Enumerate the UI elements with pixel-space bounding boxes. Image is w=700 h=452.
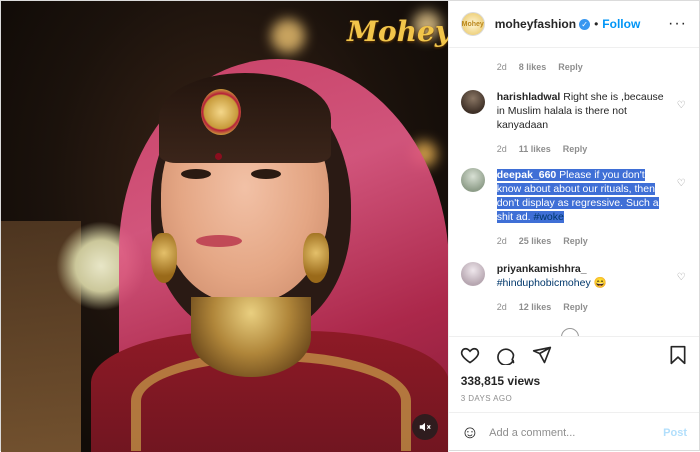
heart-icon-glyph — [460, 347, 479, 363]
post-actions-bar — [448, 336, 699, 372]
bridal-necklace — [191, 297, 311, 377]
post-side-panel: Mohey moheyfashion ✓ • Follow ··· 2d 8 l… — [447, 1, 699, 452]
like-comment-heart-icon[interactable]: ♡ — [677, 272, 689, 284]
avatar[interactable] — [460, 262, 485, 286]
right-eye — [251, 169, 281, 179]
comment-body: harishladwal Right she is ,because in Mu… — [497, 90, 665, 156]
maang-tikka — [201, 89, 241, 135]
brand-logo: Mohey — [347, 15, 448, 48]
reply-button[interactable]: Reply — [563, 300, 588, 314]
comment-body: deepak_660 Please if you don't know abou… — [496, 168, 665, 248]
post-timestamp[interactable]: 3 DAYS AGO — [449, 394, 699, 403]
comment-meta: 2d 25 likes Reply — [497, 234, 665, 248]
previous-comment-meta: 2d 8 likes Reply — [497, 62, 583, 72]
bokeh-light — [271, 19, 305, 53]
speaker-muted-icon-glyph — [419, 422, 431, 432]
avatar[interactable] — [460, 168, 485, 192]
share-icon-glyph — [532, 346, 551, 363]
avatar[interactable]: Mohey — [460, 12, 485, 36]
comment-time: 2d — [496, 302, 507, 312]
comment-username[interactable]: priyankamishhra_ — [497, 263, 587, 275]
smiley-icon[interactable]: ☺ — [461, 422, 479, 443]
comments-list[interactable]: 2d 8 likes Reply harishladwal Right she … — [449, 48, 699, 336]
follow-button[interactable]: Follow — [602, 17, 640, 31]
view-count[interactable]: 338,815 views — [449, 374, 699, 388]
post-header: Mohey moheyfashion ✓ • Follow ··· — [448, 1, 699, 48]
comment-time: 2d — [496, 144, 507, 154]
comment-input[interactable] — [489, 426, 640, 439]
instagram-post: Mohey Mohey moheyfashion ✓ • Follow ··· … — [0, 0, 700, 452]
list-item: deepak_660 Please if you don't know abou… — [460, 168, 689, 248]
separator-dot: • — [594, 17, 599, 31]
earring-left — [151, 233, 177, 283]
like-comment-heart-icon[interactable]: ♡ — [677, 100, 689, 112]
comment-meta: 2d 12 likes Reply — [497, 300, 665, 314]
list-item: priyankamishhra_ #hinduphobicmohey 😄 2d … — [460, 262, 689, 314]
comment-likes[interactable]: 8 likes — [519, 62, 547, 72]
comment-username[interactable]: deepak_660 — [497, 169, 557, 181]
comment-likes[interactable]: 12 likes — [519, 300, 552, 314]
like-comment-heart-icon[interactable]: ♡ — [677, 178, 689, 190]
bindi — [215, 153, 222, 160]
heart-icon[interactable] — [459, 344, 481, 366]
bride-hair — [159, 73, 331, 163]
avatar[interactable] — [460, 90, 485, 114]
reply-button[interactable]: Reply — [563, 234, 588, 248]
emoji: 😄 — [593, 277, 607, 289]
bookmark-icon-glyph — [670, 345, 686, 364]
post-video[interactable]: Mohey — [1, 1, 448, 452]
comment-meta: 2d 11 likes Reply — [497, 142, 665, 156]
hashtag-link[interactable]: #woke — [533, 211, 564, 223]
speaker-muted-icon[interactable] — [411, 414, 438, 440]
comment-time: 2d — [496, 62, 507, 72]
comment-username[interactable]: harishladwal — [497, 91, 561, 103]
comment-likes[interactable]: 25 likes — [519, 234, 552, 248]
earring-right — [303, 233, 329, 283]
load-more-comments-icon[interactable] — [560, 328, 579, 336]
bookmark-icon[interactable] — [667, 344, 689, 366]
comment-likes[interactable]: 11 likes — [519, 142, 551, 156]
comment-body: priyankamishhra_ #hinduphobicmohey 😄 2d … — [497, 262, 665, 314]
post-author-username[interactable]: moheyfashion — [495, 17, 576, 31]
post-comment-button[interactable]: Post — [663, 427, 687, 439]
more-options-icon[interactable]: ··· — [668, 15, 687, 33]
reply-button[interactable]: Reply — [558, 62, 583, 72]
left-eye — [181, 169, 211, 179]
list-item: harishladwal Right she is ,because in Mu… — [460, 90, 689, 156]
add-comment-bar: ☺ Post — [448, 412, 699, 452]
lips — [196, 235, 242, 247]
comment-icon-glyph — [496, 347, 515, 365]
comment-icon[interactable] — [495, 344, 517, 366]
verified-badge-icon: ✓ — [579, 18, 591, 30]
reply-button[interactable]: Reply — [563, 142, 588, 156]
share-icon[interactable] — [531, 344, 553, 366]
comment-time: 2d — [496, 236, 507, 246]
hashtag-link[interactable]: #hinduphobicmohey — [497, 277, 591, 289]
